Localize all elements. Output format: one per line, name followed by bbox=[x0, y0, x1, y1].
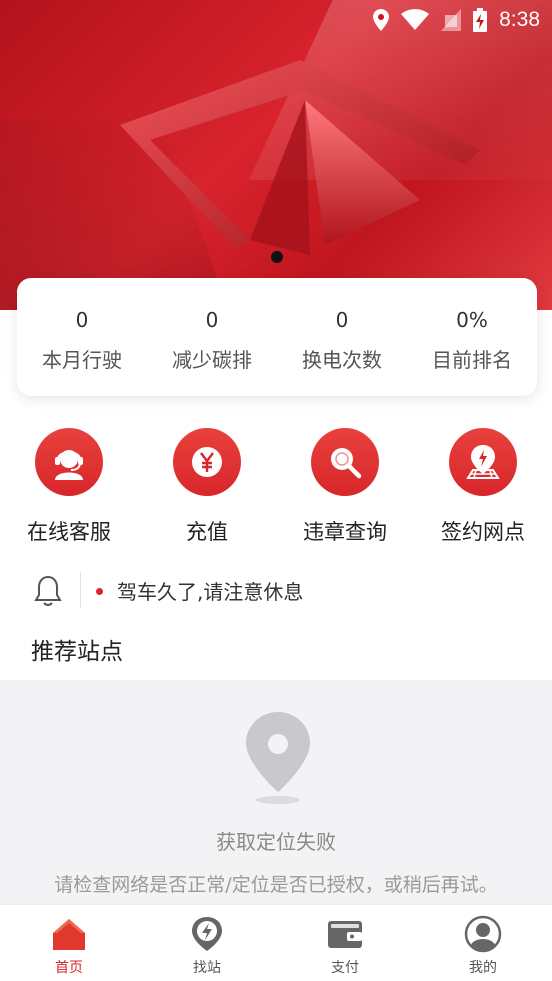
brand-logo-icon bbox=[120, 60, 480, 255]
action-label: 在线客服 bbox=[27, 520, 111, 544]
quick-actions: 在线客服 充值 违章查询 签约网点 bbox=[0, 428, 552, 546]
stat-ranking: 0% 目前排名 bbox=[407, 278, 537, 396]
action-label: 签约网点 bbox=[441, 520, 525, 544]
stat-value: 0 bbox=[335, 308, 349, 332]
battery-charging-icon bbox=[473, 8, 488, 32]
wifi-icon bbox=[401, 9, 430, 30]
empty-title: 获取定位失败 bbox=[216, 830, 336, 854]
bottom-tab-bar: 首页 找站 支付 我的 bbox=[0, 904, 552, 981]
tab-label: 首页 bbox=[55, 960, 83, 976]
stat-battery-swaps: 0 换电次数 bbox=[277, 278, 407, 396]
stat-value: 0 bbox=[205, 308, 219, 332]
location-pin-icon bbox=[246, 712, 310, 804]
signal-icon bbox=[441, 9, 462, 31]
bell-icon bbox=[34, 575, 62, 606]
notice-dot bbox=[96, 588, 103, 595]
action-recharge[interactable]: 充值 bbox=[138, 428, 276, 546]
tab-label: 支付 bbox=[331, 960, 359, 976]
tab-label: 找站 bbox=[193, 960, 221, 976]
clock: 8:38 bbox=[499, 8, 540, 31]
stat-carbon-reduction: 0 减少碳排 bbox=[147, 278, 277, 396]
stat-label: 本月行驶 bbox=[42, 348, 122, 372]
stat-label: 目前排名 bbox=[432, 348, 512, 372]
wallet-icon bbox=[326, 915, 364, 953]
stat-value: 0% bbox=[456, 308, 488, 332]
notice-text: 驾车久了,请注意休息 bbox=[117, 580, 304, 604]
stats-card: 0 本月行驶 0 减少碳排 0 换电次数 0% 目前排名 bbox=[17, 278, 537, 396]
stat-monthly-mileage: 0 本月行驶 bbox=[17, 278, 147, 396]
banner-carousel[interactable] bbox=[0, 0, 552, 310]
magnifier-icon bbox=[311, 428, 379, 496]
action-label: 违章查询 bbox=[303, 520, 387, 544]
action-violation-query[interactable]: 违章查询 bbox=[276, 428, 414, 546]
stat-label: 换电次数 bbox=[302, 348, 382, 372]
location-icon bbox=[373, 9, 390, 31]
stat-value: 0 bbox=[75, 308, 89, 332]
tab-home[interactable]: 首页 bbox=[0, 905, 138, 981]
lightning-station-icon bbox=[188, 915, 226, 953]
map-pin-icon bbox=[449, 428, 517, 496]
notice-bar[interactable]: 驾车久了,请注意休息 bbox=[0, 568, 552, 612]
profile-icon bbox=[464, 915, 502, 953]
empty-state: 获取定位失败 请检查网络是否正常/定位是否已授权，或稍后再试。 bbox=[0, 680, 552, 904]
carousel-indicator bbox=[271, 251, 283, 263]
tab-label: 我的 bbox=[469, 960, 497, 976]
stat-label: 减少碳排 bbox=[172, 348, 252, 372]
home-icon bbox=[50, 915, 88, 953]
section-title: 推荐站点 bbox=[31, 639, 123, 665]
notice-divider bbox=[80, 572, 81, 608]
headset-icon bbox=[35, 428, 103, 496]
tab-profile[interactable]: 我的 bbox=[414, 905, 552, 981]
yuan-icon bbox=[173, 428, 241, 496]
action-online-service[interactable]: 在线客服 bbox=[0, 428, 138, 546]
empty-message: 请检查网络是否正常/定位是否已授权，或稍后再试。 bbox=[54, 874, 498, 896]
action-label: 充值 bbox=[186, 520, 228, 544]
status-bar: 8:38 bbox=[0, 0, 552, 40]
action-contract-outlets[interactable]: 签约网点 bbox=[414, 428, 552, 546]
tab-payment[interactable]: 支付 bbox=[276, 905, 414, 981]
tab-find-station[interactable]: 找站 bbox=[138, 905, 276, 981]
